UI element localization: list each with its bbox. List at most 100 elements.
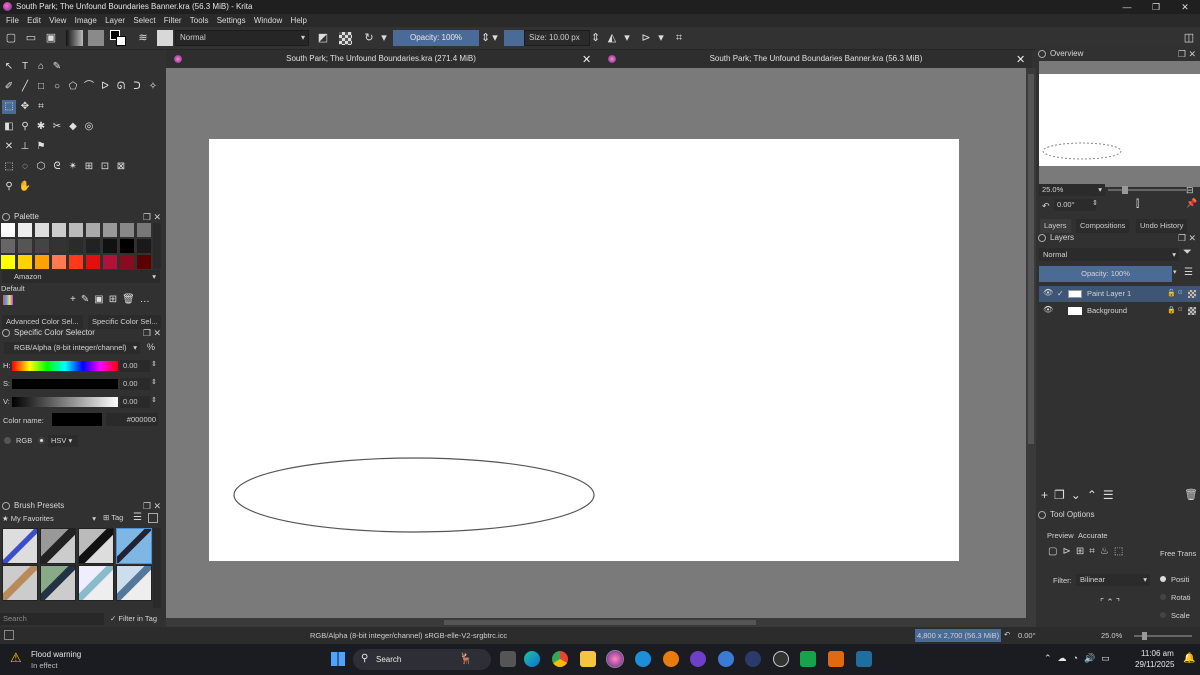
menu-select[interactable]: Select (133, 14, 155, 27)
anchor-grid[interactable]: ⌜⌃⌝ (1100, 597, 1122, 608)
palette-swatch[interactable] (86, 223, 100, 237)
options-icon[interactable] (148, 513, 158, 523)
liquify-icon[interactable]: ♨ (1100, 546, 1114, 557)
color-model-select[interactable]: RGB/Alpha (8-bit integer/channel) ▾ (4, 342, 140, 354)
select-shapes-icon[interactable]: ↖ (2, 60, 16, 74)
edit-shapes-icon[interactable]: ⌂ (34, 60, 48, 74)
radio-position[interactable] (1160, 576, 1166, 582)
grid-icon[interactable]: ⊞ (109, 294, 122, 305)
percent-toggle[interactable]: % (147, 342, 155, 352)
eraser-icon[interactable]: ◩ (316, 31, 330, 45)
edit-icon[interactable]: ✎ (81, 294, 94, 305)
brush-preset-tile[interactable] (78, 528, 114, 564)
palette-swatch[interactable] (1, 223, 15, 237)
pattern-swatch[interactable] (88, 30, 104, 46)
size-slider[interactable]: Size: 10.00 px (524, 30, 590, 46)
line-tool-icon[interactable]: ╱ (18, 80, 32, 94)
value-slider[interactable] (12, 397, 118, 407)
reference-tool-icon[interactable]: ⚑ (34, 140, 48, 154)
radio-scale[interactable] (1160, 612, 1166, 618)
calligraphy-icon[interactable]: ✎ (50, 60, 64, 74)
rect-select-icon[interactable]: ⬚ (2, 160, 16, 174)
lock-layer-icon[interactable]: 🔒 (1167, 306, 1176, 314)
warp-icon[interactable]: ⊞ (1076, 546, 1089, 557)
menu-window[interactable]: Window (254, 14, 282, 27)
lock-icon[interactable] (1038, 511, 1046, 519)
palette-swatch[interactable] (103, 223, 117, 237)
enclose-fill-icon[interactable]: ◎ (82, 120, 96, 134)
status-zoom[interactable]: 25.0% (1101, 631, 1122, 640)
layer-blend-select[interactable]: Normal ▾ (1039, 248, 1179, 261)
palette-set-select[interactable]: Amazon ▾ (2, 270, 160, 283)
tab-undo-history[interactable]: Undo History (1136, 219, 1188, 233)
palette-swatch[interactable] (18, 223, 32, 237)
alpha-icon[interactable]: α (1178, 289, 1182, 296)
obs-icon[interactable] (773, 651, 789, 667)
spin-icon[interactable]: ⇕ (151, 360, 157, 368)
contiguous-select-icon[interactable]: ✴ (66, 160, 80, 174)
brush-preset-icon[interactable] (157, 30, 173, 46)
view-list-icon[interactable]: ☰ (133, 512, 142, 523)
brush-preset-tile[interactable] (78, 565, 114, 601)
move-up-icon[interactable]: ⌃ (1087, 488, 1103, 502)
radio-rotation[interactable] (1160, 594, 1166, 600)
fit-view-icon[interactable]: ⊟ (1186, 185, 1194, 196)
polygon-tool-icon[interactable]: ⬠ (66, 80, 80, 94)
close-tab-icon[interactable]: ✕ (1016, 53, 1025, 66)
close-window-button[interactable]: ✕ (1170, 0, 1200, 14)
blender-icon[interactable] (663, 651, 679, 667)
eye-icon[interactable]: 👁 (1043, 288, 1053, 297)
mirror-vertical-icon[interactable]: ⊳ (639, 31, 653, 45)
menu-image[interactable]: Image (75, 14, 97, 27)
clock-time[interactable]: 11:06 am (1141, 649, 1174, 658)
horizontal-scrollbar[interactable] (166, 618, 1036, 627)
palette-swatch[interactable] (120, 239, 134, 253)
assistant-tool-icon[interactable]: ✕ (2, 140, 16, 154)
save-icon[interactable]: ▣ (44, 31, 58, 45)
float-close-icon[interactable]: ❐ ✕ (143, 500, 161, 512)
move-tool-icon[interactable]: ✥ (18, 100, 32, 114)
layer-properties-icon[interactable]: ☰ (1103, 488, 1120, 502)
palette-swatch[interactable] (120, 223, 134, 237)
spin-icon[interactable]: ⇕ (151, 378, 157, 386)
lock-icon[interactable] (1038, 50, 1046, 58)
eye-icon[interactable]: 👁 (1043, 305, 1053, 314)
palette-swatch[interactable] (35, 255, 49, 269)
bezier-select-icon[interactable]: ⊡ (98, 160, 112, 174)
float-close-icon[interactable]: ❐ ✕ (143, 327, 161, 339)
saturation-slider[interactable] (12, 379, 118, 389)
inherit-alpha-icon[interactable] (1188, 290, 1196, 298)
app-icon[interactable] (828, 651, 844, 667)
tab-compositions[interactable]: Compositions (1076, 219, 1130, 233)
palette-swatch[interactable] (137, 239, 151, 253)
chevron-up-icon[interactable]: ⌃ (1044, 653, 1058, 663)
filter-icon[interactable]: ⏷ (1183, 246, 1192, 259)
favorites-select[interactable]: ★ My Favorites ▾ (2, 513, 98, 525)
brush-preset-tile[interactable] (40, 528, 76, 564)
overview-zoom-select[interactable]: 25.0% ▾ (1039, 184, 1105, 196)
warning-icon[interactable]: ⚠ (10, 650, 28, 668)
opacity-slider[interactable]: Opacity: 100% (393, 30, 479, 46)
speaker-icon[interactable]: 🔊 (1084, 653, 1101, 663)
wrap-around-icon[interactable]: ⌗ (672, 31, 686, 45)
colorize-mask-icon[interactable]: ✂ (50, 120, 64, 134)
gradient-tool-icon[interactable]: ◧ (2, 120, 16, 134)
fill-tool-icon[interactable]: ◆ (66, 120, 80, 134)
slider-handle[interactable] (1142, 632, 1147, 640)
hsv-select[interactable]: HSV ▾ (48, 435, 78, 447)
menu-layer[interactable]: Layer (105, 14, 125, 27)
krita-taskbar-icon[interactable] (606, 650, 624, 668)
new-document-icon[interactable]: ▢ (4, 31, 18, 45)
app-icon[interactable] (635, 651, 651, 667)
layer-opacity-slider[interactable]: Opacity: 100% (1039, 266, 1172, 282)
float-close-icon[interactable]: ❐ ✕ (1178, 48, 1196, 60)
crop-tool-icon[interactable]: ⌗ (34, 100, 48, 114)
vertical-scrollbar[interactable] (1026, 68, 1036, 618)
app-icon[interactable] (856, 651, 872, 667)
menu-filter[interactable]: Filter (164, 14, 182, 27)
palette-swatch[interactable] (35, 223, 49, 237)
app-icon[interactable] (800, 651, 816, 667)
slider-handle[interactable] (1122, 186, 1128, 194)
palette-thumb-icon[interactable] (3, 295, 13, 305)
tag-button[interactable]: ⊞ Tag (103, 513, 123, 522)
